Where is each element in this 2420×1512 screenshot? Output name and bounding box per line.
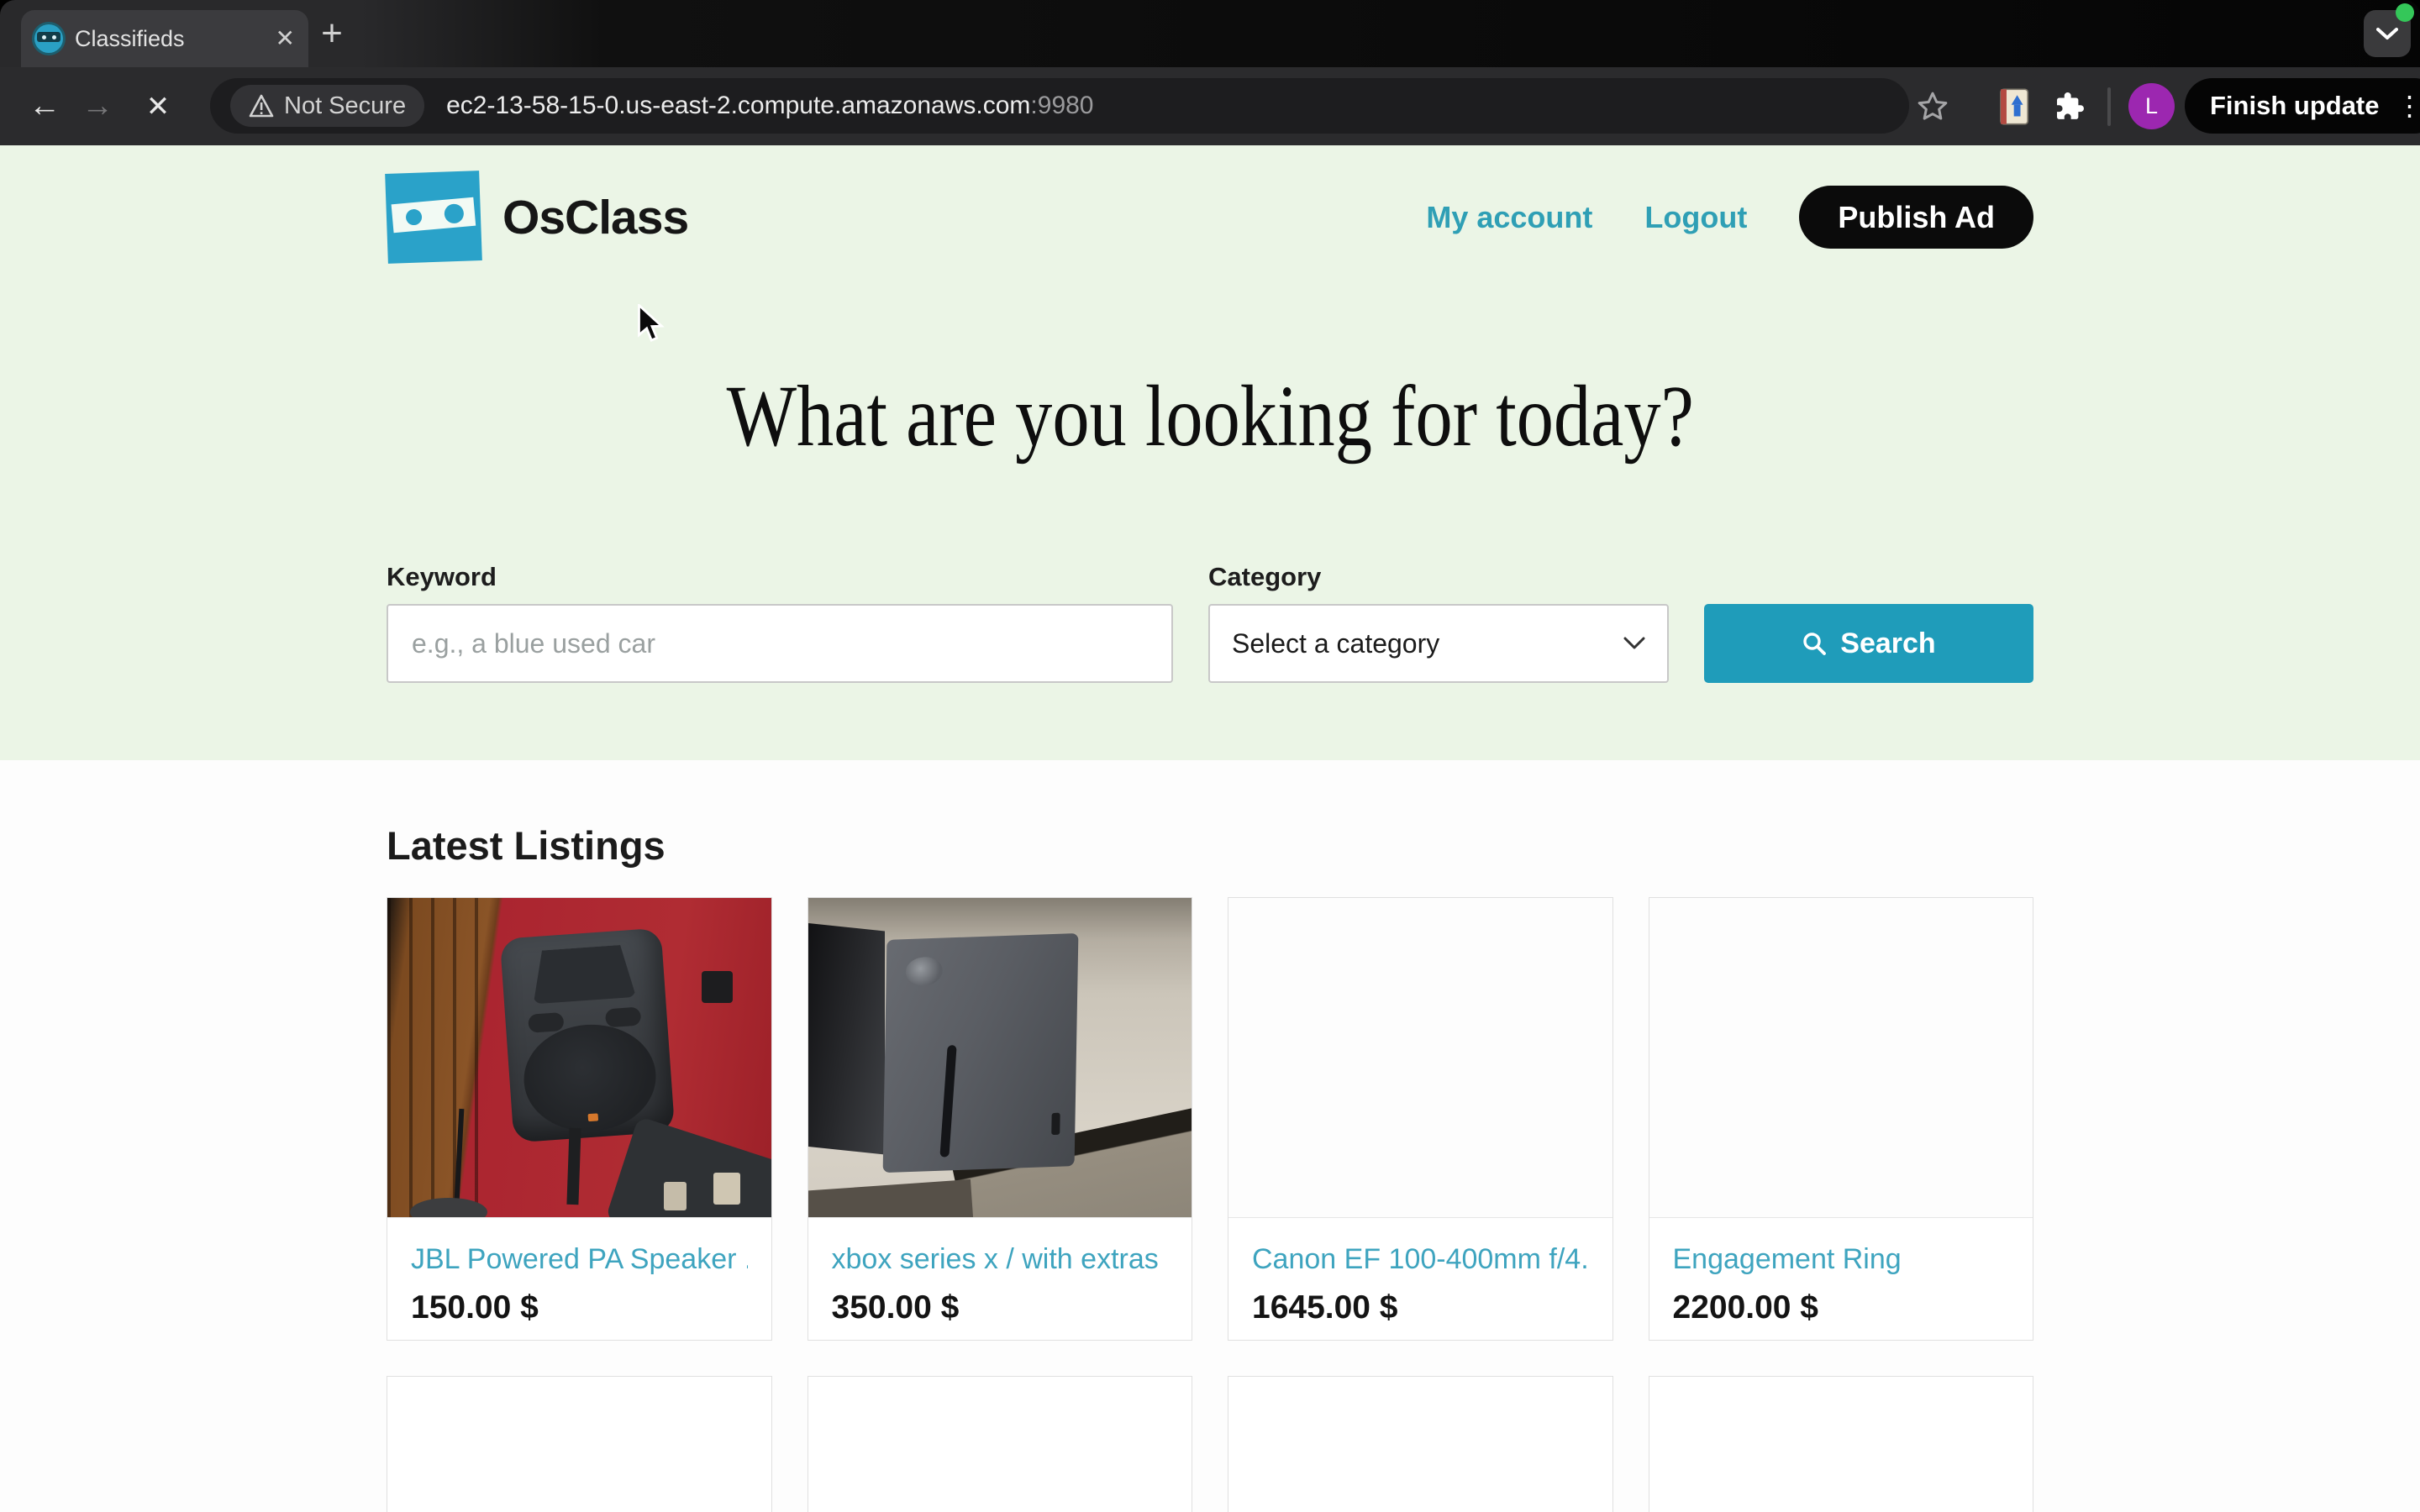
listing-image-blank[interactable] — [1649, 898, 2033, 1218]
listing-image-blank[interactable] — [1228, 898, 1612, 1218]
hero-title: What are you looking for today? — [387, 366, 2033, 466]
finish-update-button[interactable]: Finish update ⋮ — [2185, 78, 2420, 134]
category-selected-value: Select a category — [1232, 628, 1439, 659]
listing-card-partial[interactable] — [1228, 1376, 1613, 1512]
listings-grid-row-2 — [387, 1376, 2033, 1512]
listing-price: 1645.00 $ — [1252, 1289, 1589, 1326]
url-port: :9980 — [1030, 92, 1093, 119]
select-chevron-icon — [1623, 637, 1645, 650]
forward-icon[interactable]: → — [72, 67, 123, 145]
tab-close-icon[interactable]: ✕ — [276, 27, 295, 50]
bookmark-star-icon[interactable] — [1914, 67, 1951, 145]
nav-my-account[interactable]: My account — [1426, 200, 1592, 235]
search-button[interactable]: Search — [1704, 604, 2033, 683]
tab-strip: Classifieds ✕ + — [0, 0, 2420, 67]
profile-avatar[interactable]: L — [2128, 83, 2175, 129]
header-nav: My account Logout Publish Ad — [1426, 186, 2033, 249]
finish-update-label: Finish update — [2210, 91, 2380, 121]
publish-ad-button[interactable]: Publish Ad — [1799, 186, 2033, 249]
keyword-input[interactable] — [387, 604, 1173, 683]
listing-card-canon-lens[interactable]: Canon EF 100-400mm f/4.... 1645.00 $ — [1228, 897, 1613, 1341]
security-label: Not Secure — [284, 92, 406, 120]
listing-title-link[interactable]: JBL Powered PA Speaker ... — [411, 1243, 748, 1276]
toolbar-divider — [2107, 87, 2111, 126]
url-text: ec2-13-58-15-0.us-east-2.compute.amazona… — [446, 92, 1093, 120]
listing-title-link[interactable]: Canon EF 100-400mm f/4.... — [1252, 1243, 1589, 1276]
mouse-cursor — [634, 304, 670, 344]
address-bar[interactable]: Not Secure ec2-13-58-15-0.us-east-2.comp… — [210, 78, 1909, 134]
category-select[interactable]: Select a category — [1208, 604, 1669, 683]
listing-card-partial[interactable] — [1649, 1376, 2034, 1512]
kebab-menu-icon[interactable]: ⋮ — [2396, 92, 2420, 119]
search-form: Keyword Category Select a category Searc… — [387, 562, 2033, 683]
logo-text: OsClass — [502, 190, 688, 245]
keyword-label: Keyword — [387, 562, 1173, 592]
listing-card-partial[interactable] — [808, 1376, 1193, 1512]
listing-card-partial[interactable] — [387, 1376, 772, 1512]
listing-price: 150.00 $ — [411, 1289, 748, 1326]
category-label: Category — [1208, 562, 1669, 592]
hero-section: OsClass My account Logout Publish Ad Wha… — [0, 145, 2420, 760]
browser-window: Classifieds ✕ + ← → ✕ Not Secure ec2-13-… — [0, 0, 2420, 1512]
browser-toolbar: ← → ✕ Not Secure ec2-13-58-15-0.us-east-… — [0, 67, 2420, 145]
listing-image-jbl-speaker[interactable] — [387, 898, 771, 1218]
listings-grid-row-1: JBL Powered PA Speaker ... 150.00 $ — [387, 897, 2033, 1341]
listing-card-engagement-ring[interactable]: Engagement Ring 2200.00 $ — [1649, 897, 2034, 1341]
url-host: ec2-13-58-15-0.us-east-2.compute.amazona… — [446, 92, 1030, 119]
search-button-label: Search — [1840, 627, 1935, 660]
new-tab-icon[interactable]: + — [313, 15, 351, 54]
listing-title-link[interactable]: xbox series x / with extras — [832, 1243, 1169, 1276]
security-chip[interactable]: Not Secure — [230, 85, 424, 127]
page-content: OsClass My account Logout Publish Ad Wha… — [0, 145, 2420, 1512]
warning-icon — [249, 94, 274, 118]
osclass-logo[interactable]: OsClass — [387, 172, 688, 262]
stop-loading-icon[interactable]: ✕ — [133, 67, 183, 145]
osclass-favicon-icon — [34, 24, 63, 53]
listing-title-link[interactable]: Engagement Ring — [1673, 1243, 2010, 1276]
update-available-dot — [2396, 3, 2414, 22]
latest-listings-section: Latest Listings — [0, 760, 2420, 1512]
listing-price: 350.00 $ — [832, 1289, 1169, 1326]
back-icon[interactable]: ← — [19, 67, 70, 145]
listing-card-jbl-speaker[interactable]: JBL Powered PA Speaker ... 150.00 $ — [387, 897, 772, 1341]
extensions-puzzle-icon[interactable] — [2049, 67, 2089, 145]
listing-image-xbox[interactable] — [808, 898, 1192, 1218]
latest-listings-heading: Latest Listings — [387, 822, 2033, 869]
site-header: OsClass My account Logout Publish Ad — [387, 172, 2033, 262]
extension-notebook-icon[interactable] — [1993, 67, 2033, 145]
tab-title: Classifieds — [75, 26, 264, 52]
osclass-logo-icon — [385, 171, 482, 264]
nav-logout[interactable]: Logout — [1644, 200, 1747, 235]
listing-price: 2200.00 $ — [1673, 1289, 2010, 1326]
tab-classifieds[interactable]: Classifieds ✕ — [21, 10, 308, 67]
search-icon — [1802, 631, 1827, 656]
listing-card-xbox[interactable]: xbox series x / with extras 350.00 $ — [808, 897, 1193, 1341]
